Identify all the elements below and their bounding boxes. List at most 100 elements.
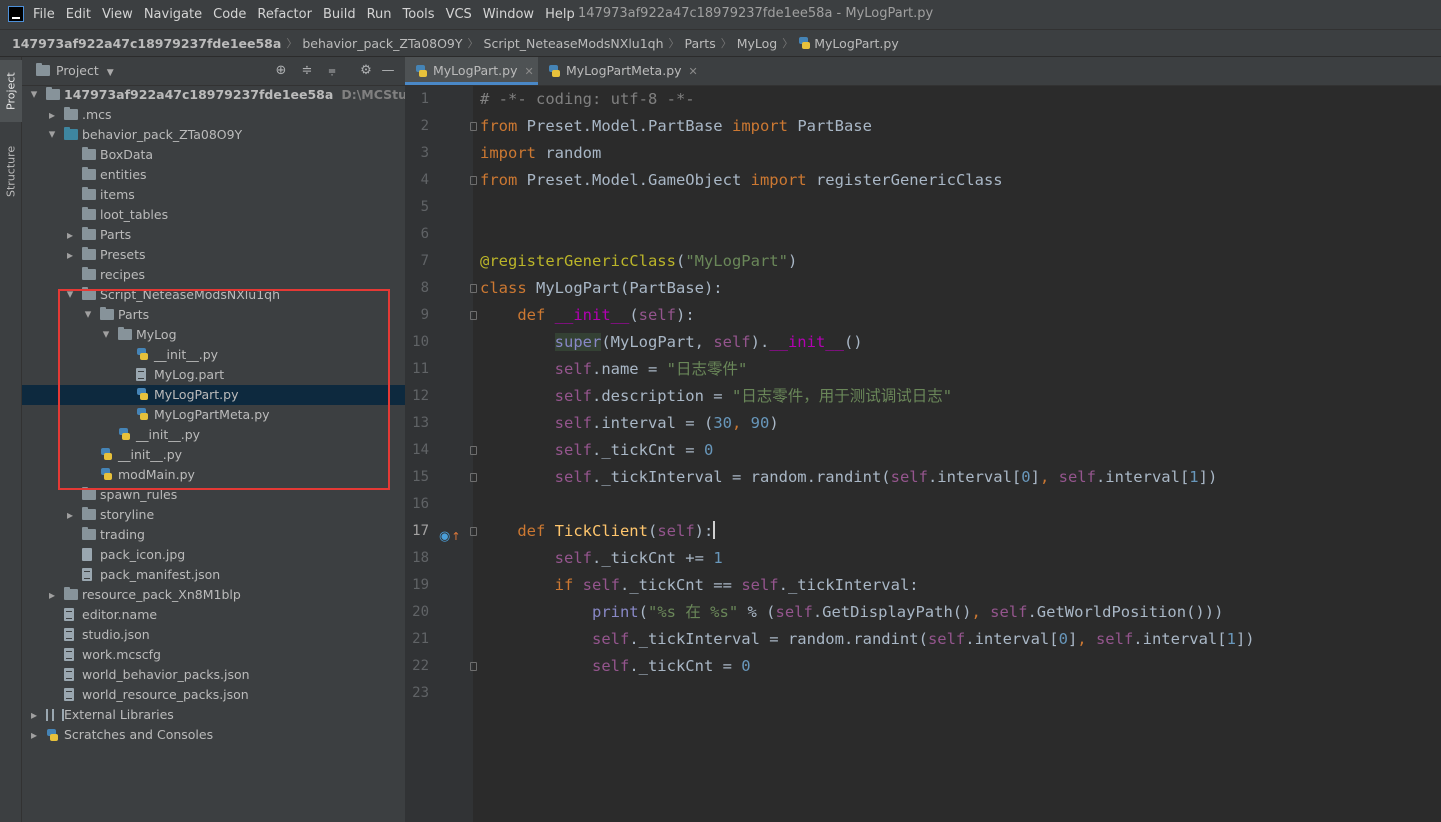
tree-item[interactable]: editor.name xyxy=(22,605,405,625)
project-tool-tab[interactable]: Project xyxy=(0,60,22,122)
chevron-down-icon[interactable]: ▾ xyxy=(64,285,76,305)
breadcrumb-item[interactable]: MyLogPart.py xyxy=(814,36,899,51)
tree-item[interactable]: ▾ behavior_pack_ZTa08O9Y xyxy=(22,125,405,145)
fold-marker-icon[interactable] xyxy=(470,473,477,482)
tree-item[interactable]: world_behavior_packs.json xyxy=(22,665,405,685)
tree-item[interactable]: MyLogPart.py xyxy=(22,385,405,405)
code-text: super(MyLogPart, self).__init__() xyxy=(480,329,863,356)
code-line: 3 import random xyxy=(405,140,1441,167)
menu-help[interactable]: Help xyxy=(545,7,575,22)
tree-item-name: BoxData xyxy=(100,147,154,162)
fold-marker-icon[interactable] xyxy=(470,446,477,455)
fold-marker-icon[interactable] xyxy=(470,122,477,131)
chevron-right-icon[interactable]: ▸ xyxy=(64,225,76,245)
chevron-down-icon[interactable]: ▾ xyxy=(28,85,40,105)
menu-navigate[interactable]: Navigate xyxy=(144,7,202,22)
code-token: .GetWorldPosition())) xyxy=(1027,603,1224,621)
tree-item[interactable]: ▾ Script_NeteaseModsNXlu1qh xyxy=(22,285,405,305)
tree-item[interactable]: pack_icon.jpg xyxy=(22,545,405,565)
tree-item[interactable]: modMain.py xyxy=(22,465,405,485)
tree-item[interactable]: ▸ Parts xyxy=(22,225,405,245)
tree-item[interactable]: ▸ resource_pack_Xn8M1blp xyxy=(22,585,405,605)
tree-item[interactable]: ▸ storyline xyxy=(22,505,405,525)
chevron-right-icon[interactable]: ▸ xyxy=(64,245,76,265)
breadcrumb-item[interactable]: 147973af922a47c18979237fde1ee58a xyxy=(12,36,281,51)
editor-tab[interactable]: MyLogPart.py ✕ xyxy=(405,57,538,85)
tree-item[interactable]: ▸ Presets xyxy=(22,245,405,265)
fold-marker-icon[interactable] xyxy=(470,527,477,536)
breadcrumb-separator-icon: 〉 xyxy=(720,37,732,50)
tree-item[interactable]: ▸ .mcs xyxy=(22,105,405,125)
code-token: ( xyxy=(675,252,686,270)
tree-item-label: modMain.py xyxy=(118,465,195,485)
fold-marker-icon[interactable] xyxy=(470,284,477,293)
menu-file[interactable]: File xyxy=(33,7,55,22)
line-number: 1 xyxy=(420,91,429,107)
expand-all-icon[interactable]: ≑ xyxy=(299,63,315,79)
menu-run[interactable]: Run xyxy=(367,7,392,22)
tree-item[interactable]: BoxData xyxy=(22,145,405,165)
tree-item[interactable]: ▾ 147973af922a47c18979237fde1ee58a D:\MCSt… xyxy=(22,85,405,105)
tree-item[interactable]: __init__.py xyxy=(22,445,405,465)
fold-marker-icon[interactable] xyxy=(470,176,477,185)
tree-item[interactable]: studio.json xyxy=(22,625,405,645)
menu-window[interactable]: Window xyxy=(483,7,534,22)
breadcrumb-item[interactable]: MyLog xyxy=(737,36,778,51)
tree-item[interactable]: __init__.py xyxy=(22,425,405,445)
tree-item[interactable]: ▾ Parts xyxy=(22,305,405,325)
close-icon[interactable]: ✕ xyxy=(689,65,698,78)
chevron-right-icon[interactable]: ▸ xyxy=(46,585,58,605)
close-icon[interactable]: ✕ xyxy=(525,65,534,78)
menu-view[interactable]: View xyxy=(102,7,133,22)
fold-marker-icon[interactable] xyxy=(470,311,477,320)
tree-item[interactable]: trading xyxy=(22,525,405,545)
chevron-right-icon[interactable]: ▸ xyxy=(46,105,58,125)
tree-item[interactable]: loot_tables xyxy=(22,205,405,225)
tree-item[interactable]: entities xyxy=(22,165,405,185)
chevron-down-icon[interactable]: ▾ xyxy=(46,125,58,145)
tree-item-label: __init__.py xyxy=(136,425,200,445)
chevron-right-icon[interactable]: ▸ xyxy=(28,705,40,725)
menu-vcs[interactable]: VCS xyxy=(446,7,472,22)
chevron-down-icon[interactable]: ▾ xyxy=(100,325,112,345)
menu-refactor[interactable]: Refactor xyxy=(257,7,312,22)
breadcrumb-item[interactable]: Parts xyxy=(685,36,716,51)
chevron-down-icon[interactable]: ▾ xyxy=(82,305,94,325)
intellij-logo-icon xyxy=(8,6,24,22)
tree-item[interactable]: MyLog.part xyxy=(22,365,405,385)
tree-item[interactable]: ▸ External Libraries xyxy=(22,705,405,725)
tree-item[interactable]: work.mcscfg xyxy=(22,645,405,665)
tree-item[interactable]: spawn_rules xyxy=(22,485,405,505)
collapse-all-icon[interactable]: ⩦ xyxy=(324,63,340,79)
breadcrumb-item[interactable]: Script_NeteaseModsNXlu1qh xyxy=(484,36,664,51)
project-view-selector[interactable]: Project ▼ xyxy=(36,63,114,78)
menu-code[interactable]: Code xyxy=(213,7,246,22)
hide-panel-icon[interactable]: — xyxy=(380,63,396,79)
tree-item[interactable]: __init__.py xyxy=(22,345,405,365)
locate-target-icon[interactable]: ⊕ xyxy=(273,63,289,79)
chevron-right-icon[interactable]: ▸ xyxy=(28,725,40,745)
tree-item[interactable]: items xyxy=(22,185,405,205)
tree-item[interactable]: world_resource_packs.json xyxy=(22,685,405,705)
fold-marker-icon[interactable] xyxy=(470,662,477,671)
menu-tools[interactable]: Tools xyxy=(403,7,435,22)
tree-item[interactable]: recipes xyxy=(22,265,405,285)
code-editor[interactable]: 1 # -*- coding: utf-8 -*- 2 from Preset.Mod… xyxy=(405,86,1441,822)
menu-edit[interactable]: Edit xyxy=(66,7,91,22)
gear-icon[interactable]: ⚙ xyxy=(358,63,374,79)
menu-build[interactable]: Build xyxy=(323,7,356,22)
image-file-icon xyxy=(82,548,92,561)
python-file-icon xyxy=(136,348,148,360)
tree-item[interactable]: pack_manifest.json xyxy=(22,565,405,585)
breadcrumb-item[interactable]: behavior_pack_ZTa08O9Y xyxy=(302,36,462,51)
tree-item[interactable]: MyLogPartMeta.py xyxy=(22,405,405,425)
chevron-right-icon[interactable]: ▸ xyxy=(64,505,76,525)
structure-tool-tab[interactable]: Structure xyxy=(0,135,22,207)
tree-item[interactable]: ▸ Scratches and Consoles xyxy=(22,725,405,745)
editor-tab[interactable]: MyLogPartMeta.py ✕ xyxy=(538,57,698,85)
tree-item-name: work.mcscfg xyxy=(82,647,161,662)
tree-item[interactable]: ▾ MyLog xyxy=(22,325,405,345)
tree-item-label: MyLog.part xyxy=(154,365,224,385)
